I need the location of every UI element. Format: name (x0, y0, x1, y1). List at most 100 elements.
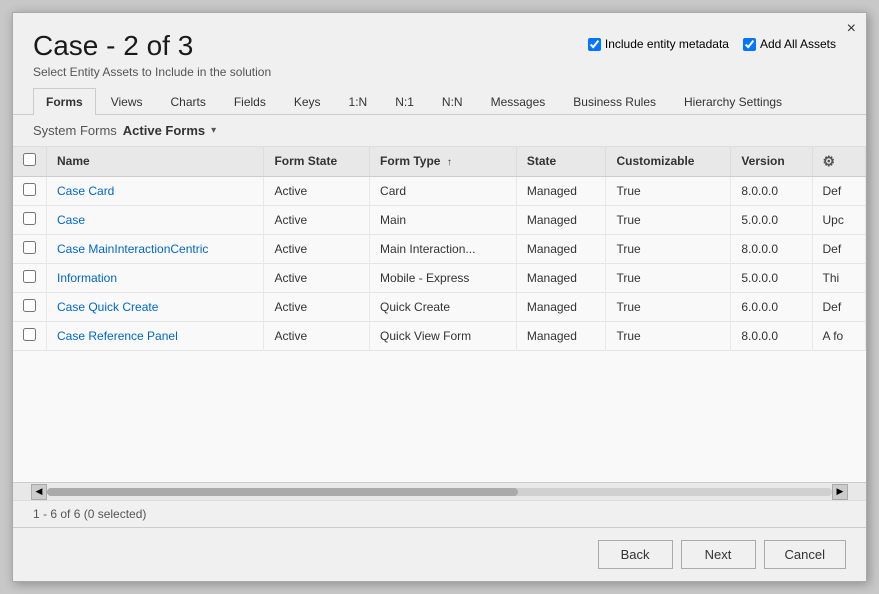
dialog-footer: Back Next Cancel (13, 527, 866, 581)
col-version[interactable]: Version (731, 147, 812, 177)
content-area: System Forms Active Forms ▾ Name Form St… (13, 115, 866, 527)
col-gear[interactable]: ⚙ (812, 147, 865, 177)
tab-views[interactable]: Views (98, 88, 156, 115)
col-customizable-cell: True (606, 292, 731, 321)
table-row: Case Reference Panel ActiveQuick View For… (13, 321, 866, 350)
col-state[interactable]: State (516, 147, 606, 177)
form-name-link[interactable]: Case Quick Create (57, 300, 158, 314)
status-bar: 1 - 6 of 6 (0 selected) (13, 500, 866, 527)
col-form-state-cell: Active (264, 263, 370, 292)
col-version-cell: 6.0.0.0 (731, 292, 812, 321)
col-extra-cell: Thi (812, 263, 865, 292)
col-state-cell: Managed (516, 205, 606, 234)
col-form-state[interactable]: Form State (264, 147, 370, 177)
scrollbar-area: ◀ ▶ (13, 482, 866, 500)
col-customizable-cell: True (606, 321, 731, 350)
col-form-type[interactable]: Form Type ↑ (370, 147, 517, 177)
col-state-cell: Managed (516, 176, 606, 205)
row-checkbox[interactable] (23, 299, 36, 312)
scrollbar-thumb (47, 488, 518, 496)
form-name-link[interactable]: Information (57, 271, 117, 285)
tabs-bar: FormsViewsChartsFieldsKeys1:NN:1N:NMessa… (13, 87, 866, 115)
col-form-type-cell: Quick View Form (370, 321, 517, 350)
select-all-checkbox[interactable] (23, 153, 36, 166)
back-button[interactable]: Back (598, 540, 673, 569)
col-version-cell: 8.0.0.0 (731, 234, 812, 263)
col-customizable-cell: True (606, 234, 731, 263)
tab-hierarchy_settings[interactable]: Hierarchy Settings (671, 88, 795, 115)
gear-icon: ⚙ (823, 153, 836, 169)
row-checkbox[interactable] (23, 328, 36, 341)
col-form-type-cell: Mobile - Express (370, 263, 517, 292)
col-state-cell: Managed (516, 234, 606, 263)
tab-keys[interactable]: Keys (281, 88, 334, 115)
tab-1n[interactable]: 1:N (336, 88, 381, 115)
add-all-assets-label[interactable]: Add All Assets (743, 37, 836, 51)
row-checkbox[interactable] (23, 183, 36, 196)
row-checkbox[interactable] (23, 270, 36, 283)
form-name-link[interactable]: Case MainInteractionCentric (57, 242, 208, 256)
tab-messages[interactable]: Messages (478, 88, 559, 115)
col-customizable-cell: True (606, 205, 731, 234)
main-dialog: × Case - 2 of 3 Select Entity Assets to … (12, 12, 867, 582)
close-button[interactable]: × (847, 21, 856, 37)
status-text: 1 - 6 of 6 (0 selected) (33, 507, 146, 521)
section-header: System Forms Active Forms ▾ (13, 115, 866, 147)
col-check (13, 147, 47, 177)
scroll-left-arrow[interactable]: ◀ (31, 484, 47, 500)
col-version-cell: 5.0.0.0 (731, 205, 812, 234)
table-row: Information ActiveMobile - ExpressManaged… (13, 263, 866, 292)
col-state-cell: Managed (516, 321, 606, 350)
table-header-row: Name Form State Form Type ↑ State Custom… (13, 147, 866, 177)
col-form-state-cell: Active (264, 176, 370, 205)
include-metadata-label[interactable]: Include entity metadata (588, 37, 729, 51)
table-row: Case MainInteractionCentricActiveMain In… (13, 234, 866, 263)
tab-n1[interactable]: N:1 (382, 88, 427, 115)
col-extra-cell: Upc (812, 205, 865, 234)
col-extra-cell: Def (812, 176, 865, 205)
tab-charts[interactable]: Charts (157, 88, 218, 115)
tab-forms[interactable]: Forms (33, 88, 96, 115)
tab-nn[interactable]: N:N (429, 88, 476, 115)
section-prefix-label: System Forms (33, 123, 117, 138)
col-name[interactable]: Name (47, 147, 264, 177)
col-customizable-cell: True (606, 176, 731, 205)
active-forms-label: Active Forms (123, 123, 205, 138)
col-version-cell: 8.0.0.0 (731, 321, 812, 350)
col-form-state-cell: Active (264, 321, 370, 350)
col-state-cell: Managed (516, 292, 606, 321)
col-form-state-cell: Active (264, 205, 370, 234)
col-version-cell: 8.0.0.0 (731, 176, 812, 205)
col-customizable-cell: True (606, 263, 731, 292)
col-state-cell: Managed (516, 263, 606, 292)
table-container: Name Form State Form Type ↑ State Custom… (13, 147, 866, 482)
dialog-subtitle: Select Entity Assets to Include in the s… (33, 65, 846, 79)
sort-arrow-form-type: ↑ (447, 157, 452, 168)
cancel-button[interactable]: Cancel (764, 540, 846, 569)
form-name-link[interactable]: Case Reference Panel (57, 329, 178, 343)
col-form-type-cell: Main Interaction... (370, 234, 517, 263)
next-button[interactable]: Next (681, 540, 756, 569)
scrollbar-track[interactable] (47, 488, 832, 496)
col-customizable[interactable]: Customizable (606, 147, 731, 177)
col-form-type-cell: Card (370, 176, 517, 205)
table-row: Case ActiveMainManagedTrue5.0.0.0Upc (13, 205, 866, 234)
row-checkbox[interactable] (23, 212, 36, 225)
table-row: Case Card ActiveCardManagedTrue8.0.0.0Def (13, 176, 866, 205)
section-dropdown-arrow[interactable]: ▾ (211, 125, 216, 136)
form-name-link[interactable]: Case Card (57, 184, 114, 198)
row-checkbox[interactable] (23, 241, 36, 254)
col-form-type-cell: Quick Create (370, 292, 517, 321)
col-extra-cell: A fo (812, 321, 865, 350)
header-checkboxes: Include entity metadata Add All Assets (588, 37, 836, 51)
col-form-type-cell: Main (370, 205, 517, 234)
col-form-state-cell: Active (264, 292, 370, 321)
tab-fields[interactable]: Fields (221, 88, 279, 115)
add-all-assets-checkbox[interactable] (743, 38, 756, 51)
form-name-link[interactable]: Case (57, 213, 85, 227)
include-metadata-checkbox[interactable] (588, 38, 601, 51)
tab-business_rules[interactable]: Business Rules (560, 88, 669, 115)
scroll-right-arrow[interactable]: ▶ (832, 484, 848, 500)
col-version-cell: 5.0.0.0 (731, 263, 812, 292)
col-extra-cell: Def (812, 234, 865, 263)
